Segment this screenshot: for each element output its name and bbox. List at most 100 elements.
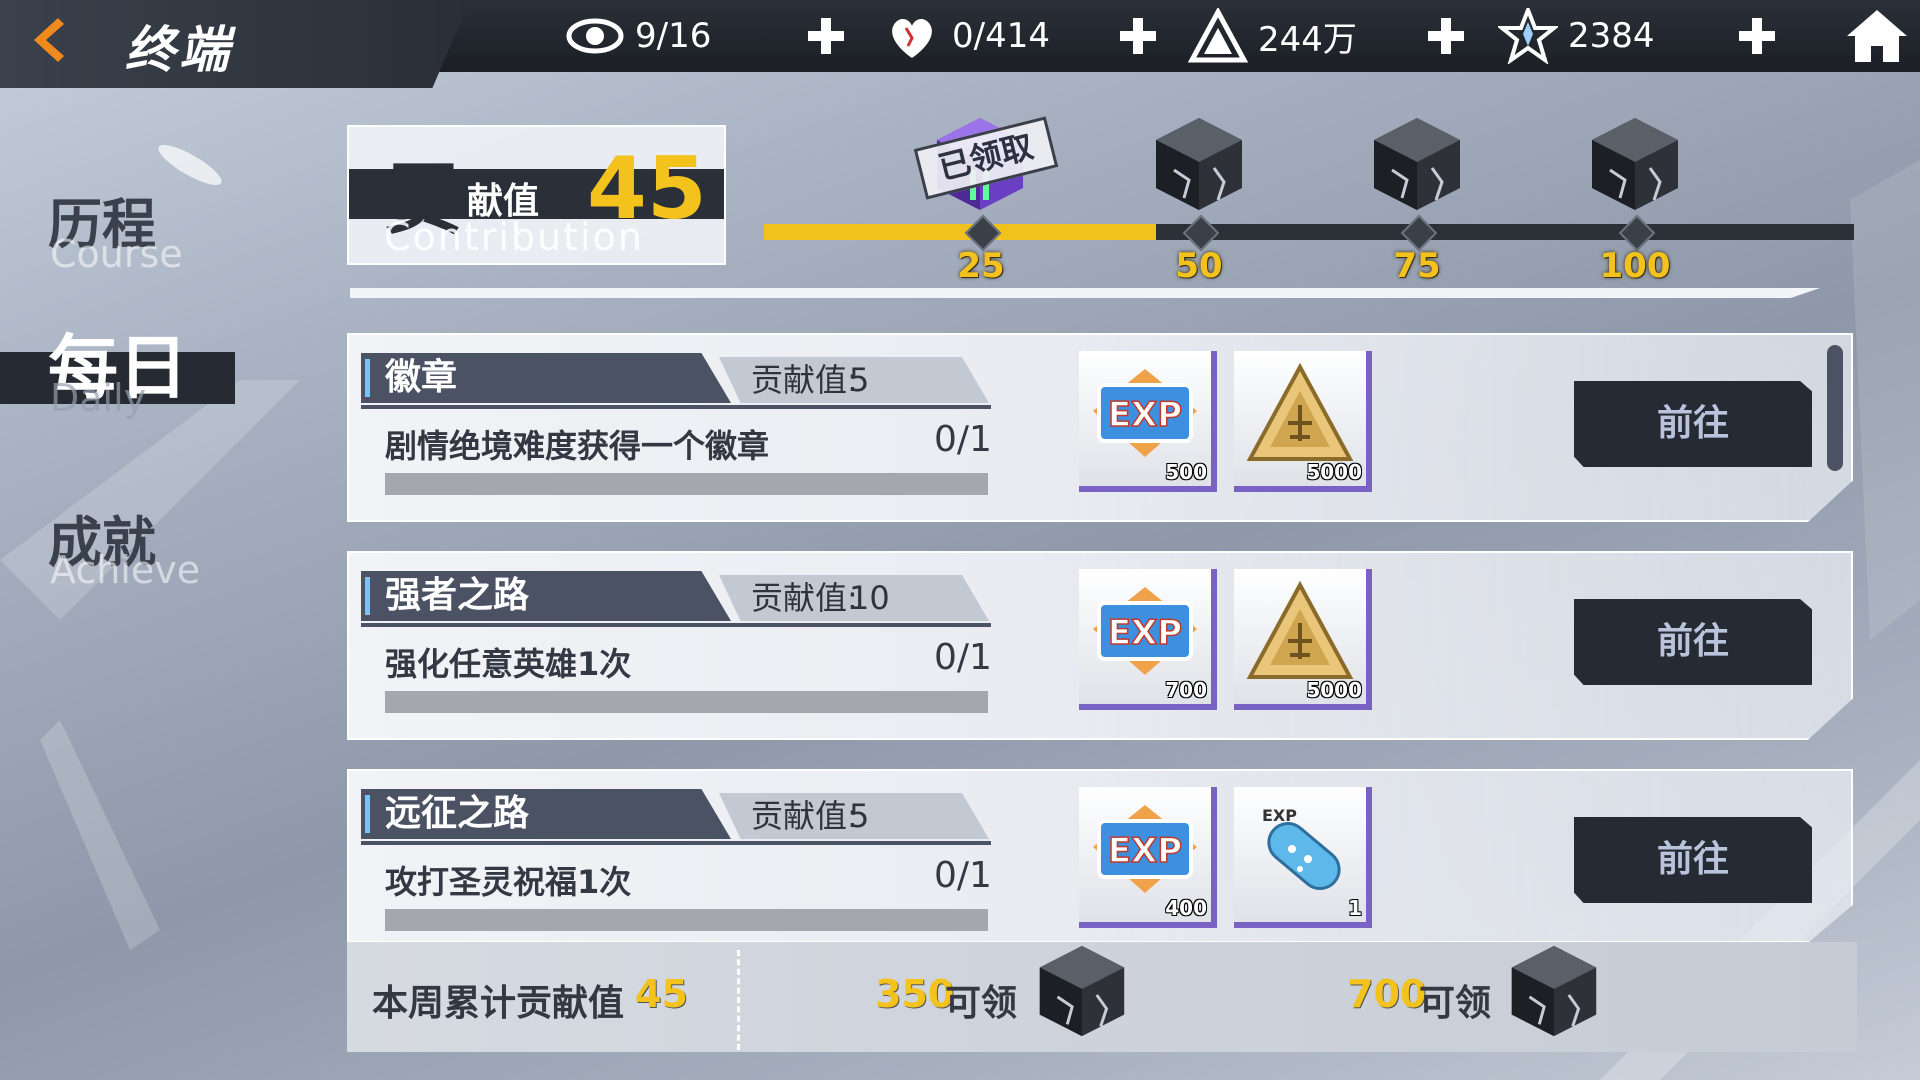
reward-count: 1 [1348, 896, 1362, 920]
task-card: 强者之路 贡献值: 10 强化任意英雄1次 0/1 EXP 700 5000 前… [347, 551, 1853, 740]
task-points-label: 贡献值: [751, 361, 858, 399]
task-header: 远征之路 [361, 789, 731, 839]
resource-gold: 244万 [1188, 8, 1357, 64]
task-header: 徽章 [361, 353, 731, 403]
go-button-label: 前往 [1656, 621, 1729, 662]
resource-value: 0/414 [952, 16, 1050, 56]
task-points-value: 5 [849, 797, 870, 835]
reward-item[interactable]: EXP 500 [1079, 351, 1217, 492]
milestone-label: 50 [1175, 246, 1223, 286]
weekly-goal-value: 350 [875, 972, 955, 1016]
svg-text:EXP: EXP [1108, 395, 1182, 435]
task-progress-bar [385, 473, 988, 495]
task-accent [365, 795, 370, 833]
task-progress-bar [385, 691, 988, 713]
heart-icon [892, 19, 932, 58]
weekly-goal-label: 可领 [1419, 983, 1492, 1024]
task-description: 攻打圣灵祝福1次 [385, 863, 632, 901]
task-divider [361, 841, 991, 845]
star-crystal-icon [1498, 8, 1558, 64]
add-gold-button[interactable] [1424, 14, 1468, 58]
exp-capsule-icon: EXP [1262, 806, 1341, 890]
reward-count: 5000 [1306, 678, 1362, 702]
svg-text:EXP: EXP [1262, 806, 1297, 825]
reward-item[interactable]: 5000 [1234, 351, 1372, 492]
task-points-value: 5 [849, 361, 870, 399]
milestone-label: 25 [957, 246, 1005, 286]
svg-text:EXP: EXP [1108, 613, 1182, 653]
weekly-chest-icon[interactable] [1499, 938, 1609, 1046]
reward-count: 5000 [1306, 460, 1362, 484]
contribution-en-label: Contribution [384, 215, 644, 259]
go-button[interactable]: 前往 [1574, 817, 1812, 903]
sidebar-item-course[interactable]: 历程 Course [0, 180, 240, 280]
task-points-label: 贡献值: [751, 579, 858, 617]
contribution-panel: 贡 献值 45 Contribution [347, 125, 726, 265]
task-progress-text: 0/1 [934, 855, 992, 896]
sidebar-item-achieve[interactable]: 成就 Achieve [0, 498, 240, 598]
add-heart-button[interactable] [1116, 14, 1160, 58]
go-button[interactable]: 前往 [1574, 381, 1812, 467]
task-progress-text: 0/1 [934, 419, 992, 460]
reward-item[interactable]: EXP 1 [1234, 787, 1372, 928]
resource-crystal: 2384 [1498, 8, 1655, 64]
sidebar-item-daily[interactable]: 每日 Daily [0, 312, 240, 432]
go-button[interactable]: 前往 [1574, 599, 1812, 685]
task-divider [361, 623, 991, 627]
task-name: 远征之路 [385, 793, 530, 834]
weekly-summary-bar: 本周累计贡献值 45 350 可领 700 可领 [347, 942, 1857, 1052]
task-header: 强者之路 [361, 571, 731, 621]
add-crystal-button[interactable] [1735, 14, 1779, 58]
task-description: 剧情绝境难度获得一个徽章 [385, 427, 770, 465]
reward-item[interactable]: EXP 700 [1079, 569, 1217, 710]
reward-item[interactable]: EXP 400 [1079, 787, 1217, 928]
task-points: 贡献值: 5 [719, 357, 989, 403]
milestone-chest-75-icon[interactable] [1362, 110, 1472, 220]
task-card: 徽章 贡献值: 5 剧情绝境难度获得一个徽章 0/1 EXP 500 5000 … [347, 333, 1853, 522]
milestone-chest-50-icon[interactable] [1144, 110, 1254, 220]
weekly-chest-icon[interactable] [1027, 938, 1137, 1046]
weekly-value: 45 [635, 972, 688, 1016]
task-name: 徽章 [385, 357, 458, 398]
sidebar-item-sublabel: Course [50, 232, 183, 276]
milestone-label: 100 [1599, 246, 1671, 286]
eye-icon [566, 18, 624, 54]
triangle-coin-icon [1188, 8, 1248, 63]
svg-text:EXP: EXP [1108, 831, 1182, 871]
reward-count: 700 [1165, 678, 1207, 702]
resource-heart: 0/414 [882, 8, 1050, 64]
home-icon[interactable] [1845, 6, 1909, 66]
task-description: 强化任意英雄1次 [385, 645, 632, 683]
resource-value: 244万 [1258, 19, 1357, 60]
sidebar-item-sublabel: Daily [50, 376, 147, 420]
task-progress-bar [385, 909, 988, 931]
scrollbar-thumb[interactable] [1827, 345, 1843, 471]
task-points: 贡献值: 5 [719, 793, 989, 839]
resource-value: 9/16 [635, 16, 712, 56]
milestone-label: 75 [1393, 246, 1441, 286]
task-points: 贡献值: 10 [719, 575, 989, 621]
weekly-goal-value: 700 [1347, 972, 1427, 1016]
reward-item[interactable]: 5000 [1234, 569, 1372, 710]
page-title: 终端 [125, 21, 233, 79]
resource-value: 2384 [1568, 16, 1655, 56]
contribution-progress-fill [764, 224, 1157, 240]
back-button[interactable] [20, 10, 80, 70]
weekly-goal-label: 可领 [945, 983, 1018, 1024]
weekly-separator [737, 950, 740, 1050]
task-divider [361, 405, 991, 409]
task-points-value: 10 [849, 579, 890, 617]
task-progress-text: 0/1 [934, 637, 992, 678]
task-accent [365, 359, 370, 397]
task-name: 强者之路 [385, 575, 530, 616]
task-card: 远征之路 贡献值: 5 攻打圣灵祝福1次 0/1 EXP 400 EXP 1 前… [347, 769, 1853, 943]
task-accent [365, 577, 370, 615]
go-button-label: 前往 [1656, 403, 1729, 444]
add-stamina-button[interactable] [804, 14, 848, 58]
task-points-label: 贡献值: [751, 797, 858, 835]
contribution-progress-bar [764, 224, 1854, 240]
milestone-chest-100-icon[interactable] [1580, 110, 1690, 220]
header-divider [350, 288, 1820, 298]
go-button-label: 前往 [1656, 839, 1729, 880]
back-arrow-icon [34, 18, 64, 62]
